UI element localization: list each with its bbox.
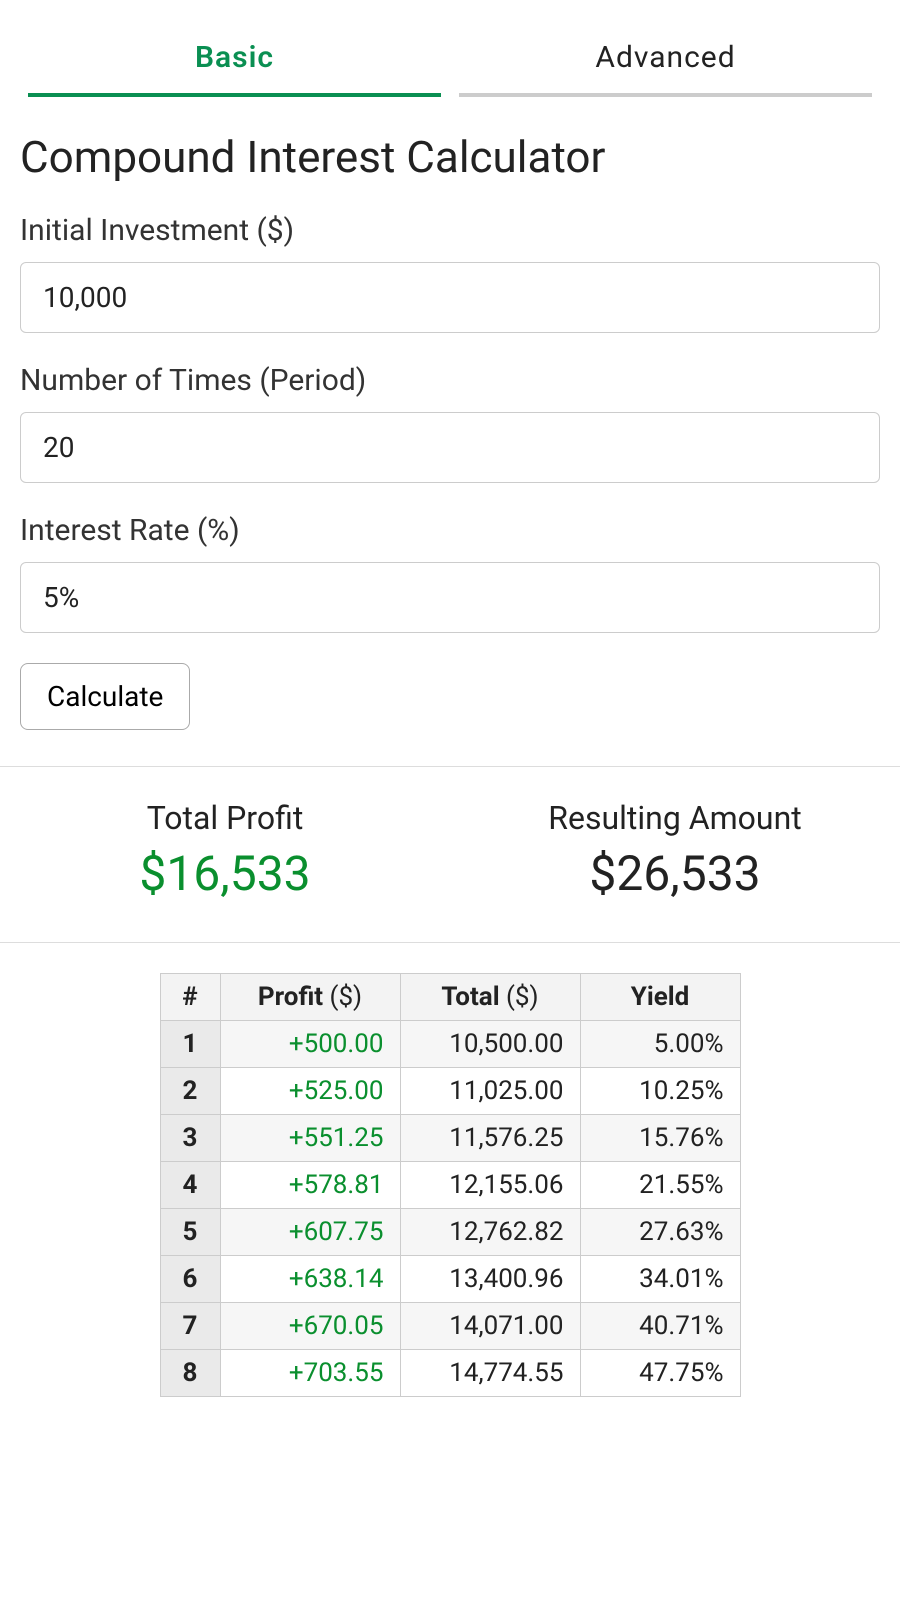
row-profit: +525.00 — [220, 1068, 400, 1115]
table-row: 6+638.1413,400.9634.01% — [160, 1256, 740, 1303]
table-row: 7+670.0514,071.0040.71% — [160, 1303, 740, 1350]
col-index: # — [160, 974, 220, 1021]
row-yield: 21.55% — [580, 1162, 740, 1209]
table-row: 3+551.2511,576.2515.76% — [160, 1115, 740, 1162]
tab-advanced[interactable]: Advanced — [459, 18, 872, 97]
rate-input[interactable] — [20, 562, 880, 633]
row-total: 11,025.00 — [400, 1068, 580, 1115]
row-yield: 27.63% — [580, 1209, 740, 1256]
row-index: 1 — [160, 1021, 220, 1068]
row-total: 14,071.00 — [400, 1303, 580, 1350]
row-total: 12,762.82 — [400, 1209, 580, 1256]
row-profit: +551.25 — [220, 1115, 400, 1162]
initial-label: Initial Investment ($) — [20, 213, 880, 248]
total-profit-label: Total Profit — [0, 799, 450, 837]
row-index: 5 — [160, 1209, 220, 1256]
row-index: 3 — [160, 1115, 220, 1162]
row-total: 12,155.06 — [400, 1162, 580, 1209]
periods-label: Number of Times (Period) — [20, 363, 880, 398]
row-total: 14,774.55 — [400, 1350, 580, 1397]
rate-label: Interest Rate (%) — [20, 513, 880, 548]
col-total: Total ($) — [400, 974, 580, 1021]
tabs: Basic Advanced — [0, 18, 900, 97]
table-row: 1+500.0010,500.005.00% — [160, 1021, 740, 1068]
initial-input[interactable] — [20, 262, 880, 333]
row-profit: +670.05 — [220, 1303, 400, 1350]
calculate-button[interactable]: Calculate — [20, 663, 190, 730]
row-total: 11,576.25 — [400, 1115, 580, 1162]
row-total: 13,400.96 — [400, 1256, 580, 1303]
row-yield: 40.71% — [580, 1303, 740, 1350]
table-row: 2+525.0011,025.0010.25% — [160, 1068, 740, 1115]
page-title: Compound Interest Calculator — [20, 131, 880, 183]
row-index: 7 — [160, 1303, 220, 1350]
row-index: 6 — [160, 1256, 220, 1303]
col-yield: Yield — [580, 974, 740, 1021]
row-yield: 47.75% — [580, 1350, 740, 1397]
total-profit-value: $16,533 — [0, 845, 450, 902]
tab-basic[interactable]: Basic — [28, 18, 441, 97]
row-index: 8 — [160, 1350, 220, 1397]
row-total: 10,500.00 — [400, 1021, 580, 1068]
row-profit: +638.14 — [220, 1256, 400, 1303]
row-yield: 15.76% — [580, 1115, 740, 1162]
row-yield: 5.00% — [580, 1021, 740, 1068]
table-row: 4+578.8112,155.0621.55% — [160, 1162, 740, 1209]
results-table: # Profit ($) Total ($) Yield 1+500.0010,… — [160, 973, 741, 1397]
row-index: 4 — [160, 1162, 220, 1209]
table-row: 5+607.7512,762.8227.63% — [160, 1209, 740, 1256]
row-yield: 34.01% — [580, 1256, 740, 1303]
col-profit: Profit ($) — [220, 974, 400, 1021]
resulting-amount-value: $26,533 — [450, 845, 900, 902]
row-profit: +500.00 — [220, 1021, 400, 1068]
row-yield: 10.25% — [580, 1068, 740, 1115]
summary: Total Profit $16,533 Resulting Amount $2… — [0, 766, 900, 943]
resulting-amount-label: Resulting Amount — [450, 799, 900, 837]
table-row: 8+703.5514,774.5547.75% — [160, 1350, 740, 1397]
row-profit: +607.75 — [220, 1209, 400, 1256]
row-index: 2 — [160, 1068, 220, 1115]
row-profit: +578.81 — [220, 1162, 400, 1209]
row-profit: +703.55 — [220, 1350, 400, 1397]
periods-input[interactable] — [20, 412, 880, 483]
